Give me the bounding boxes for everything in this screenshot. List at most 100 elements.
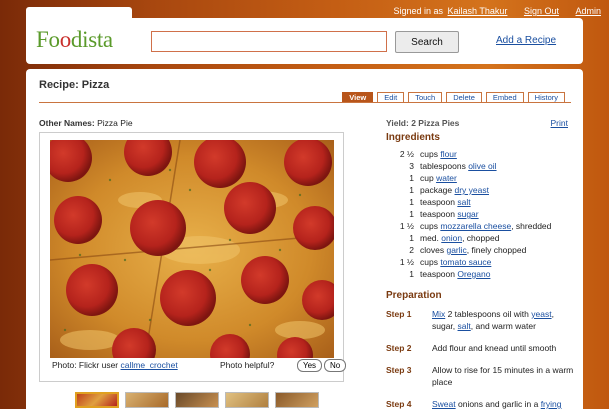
ingredient-link[interactable]: onion: [441, 233, 462, 243]
thumbnail[interactable]: [175, 392, 219, 408]
photo-credit-user-link[interactable]: callme_crochet: [121, 360, 178, 370]
photo-frame: [39, 132, 344, 382]
ingredient-row: 1 teaspoon salt: [386, 197, 576, 209]
admin-link[interactable]: Admin: [575, 6, 601, 16]
ingredient-text: tablespoons olive oil: [420, 161, 497, 171]
preparation-heading: Preparation: [386, 290, 442, 301]
ingredient-text: package dry yeast: [420, 185, 489, 195]
step-link[interactable]: Sweat: [432, 399, 456, 409]
ingredient-quantity: 1: [409, 197, 414, 207]
ingredient-quantity: 1: [409, 233, 414, 243]
ingredient-link[interactable]: olive oil: [468, 161, 496, 171]
ingredient-quantity: 2 ½: [399, 149, 414, 159]
tab-embed[interactable]: Embed: [485, 92, 524, 102]
add-recipe-link[interactable]: Add a Recipe: [496, 35, 556, 46]
ingredient-link[interactable]: salt: [457, 197, 470, 207]
ingredient-quantity: 1: [409, 269, 414, 279]
page-title: Recipe: Pizza: [39, 79, 110, 91]
ingredient-quantity: 3: [409, 161, 414, 171]
step-text: Sweat onions and garlic in a frying: [432, 399, 562, 409]
ingredient-row: 3 tablespoons olive oil: [386, 161, 576, 173]
ingredient-row: 2 ½ cups flour: [386, 149, 576, 161]
title-divider: [39, 102, 571, 103]
recipe-panel: Recipe: Pizza View Edit Touch Delete Emb…: [26, 69, 583, 409]
site-header: Foodista Search Add a Recipe: [26, 18, 583, 64]
other-names: Other Names: Pizza Pie: [39, 118, 133, 128]
pizza-photo[interactable]: [50, 140, 334, 358]
ingredient-text: teaspoon salt: [420, 197, 471, 207]
ingredient-text: teaspoon Oregano: [420, 269, 491, 279]
tab-edit[interactable]: Edit: [377, 92, 405, 102]
ingredient-quantity: 1 ½: [399, 257, 414, 267]
sign-out-link[interactable]: Sign Out: [524, 6, 559, 16]
tab-delete[interactable]: Delete: [446, 92, 482, 102]
ingredient-text: med. onion, chopped: [420, 233, 500, 243]
ingredient-link[interactable]: water: [436, 173, 457, 183]
ingredient-row: 1 med. onion, chopped: [386, 233, 576, 245]
ingredient-row: 1 package dry yeast: [386, 185, 576, 197]
ingredient-link[interactable]: dry yeast: [455, 185, 490, 195]
photo-helpful-label: Photo helpful?: [220, 360, 275, 370]
recipe-tabs: View Edit Touch Delete Embed History: [338, 92, 565, 102]
ingredient-text: cups flour: [420, 149, 457, 159]
print-link[interactable]: Print: [551, 118, 568, 128]
step-text: Add flour and knead until smooth: [432, 343, 557, 353]
step-label: Step 3: [386, 365, 412, 375]
thumbnail[interactable]: [75, 392, 119, 408]
thumbnail[interactable]: [275, 392, 319, 408]
step-link[interactable]: salt: [458, 321, 471, 331]
step-label: Step 2: [386, 343, 412, 353]
ingredient-link[interactable]: flour: [440, 149, 457, 159]
ingredients-heading: Ingredients: [386, 132, 440, 143]
ingredient-row: 1 teaspoon Oregano: [386, 269, 576, 281]
preparation-step: Step 4 Sweat onions and garlic in a fryin…: [386, 398, 576, 409]
ingredient-quantity: 1: [409, 173, 414, 183]
ingredient-text: cups mozzarella cheese, shredded: [420, 221, 552, 231]
ingredient-link[interactable]: sugar: [457, 209, 478, 219]
photo-credit: Photo: Flickr user callme_crochet: [52, 360, 178, 370]
thumbnail[interactable]: [225, 392, 269, 408]
search-button[interactable]: Search: [395, 31, 459, 53]
step-link[interactable]: Mix: [432, 309, 445, 319]
ingredient-link[interactable]: tomato sauce: [440, 257, 491, 267]
ingredients-list: 2 ½ cups flour 3 tablespoons olive oil 1 cup …: [386, 149, 576, 281]
step-link[interactable]: yeast: [531, 309, 551, 319]
ingredient-text: cups tomato sauce: [420, 257, 492, 267]
ingredient-quantity: 1 ½: [399, 221, 414, 231]
ingredient-link[interactable]: mozzarella cheese: [440, 221, 511, 231]
user-name-link[interactable]: Kailash Thakur: [448, 6, 508, 16]
ingredient-link[interactable]: Oregano: [457, 269, 490, 279]
ingredient-text: cup water: [420, 173, 457, 183]
ingredient-quantity: 1: [409, 185, 414, 195]
foodista-logo[interactable]: Foodista: [36, 27, 113, 53]
preparation-step: Step 3 Allow to rise for 15 minutes in a …: [386, 364, 576, 388]
step-text: Mix 2 tablespoons oil with yeast, sugar,…: [432, 309, 554, 331]
photo-helpful-yes-button[interactable]: Yes: [297, 359, 323, 372]
search-input[interactable]: [151, 31, 387, 52]
thumbnail[interactable]: [125, 392, 169, 408]
ingredient-row: 1 ½ cups tomato sauce: [386, 257, 576, 269]
ingredient-row: 1 teaspoon sugar: [386, 209, 576, 221]
step-label: Step 4: [386, 399, 412, 409]
photo-thumbnails: [75, 392, 325, 408]
preparation-step: Step 2 Add flour and knead until smooth: [386, 342, 576, 354]
user-bar: Signed in as Kailash Thakur Sign Out Adm…: [377, 6, 601, 16]
tab-touch[interactable]: Touch: [408, 92, 443, 102]
recipe-yield: Yield: 2 Pizza Pies: [386, 118, 460, 128]
ingredient-link[interactable]: garlic: [446, 245, 466, 255]
preparation-step: Step 1 Mix 2 tablespoons oil with yeast, …: [386, 308, 576, 332]
ingredient-text: teaspoon sugar: [420, 209, 479, 219]
pizza-image: [50, 140, 334, 358]
ingredient-text: cloves garlic, finely chopped: [420, 245, 527, 255]
preparation-steps: Step 1 Mix 2 tablespoons oil with yeast, …: [386, 308, 576, 409]
signed-in-label: Signed in as Kailash Thakur: [393, 6, 508, 16]
ingredient-row: 1 cup water: [386, 173, 576, 185]
tab-history[interactable]: History: [527, 92, 565, 102]
ingredient-row: 2 cloves garlic, finely chopped: [386, 245, 576, 257]
photo-helpful-no-button[interactable]: No: [324, 359, 347, 372]
step-label: Step 1: [386, 309, 412, 319]
step-text: Allow to rise for 15 minutes in a warm p…: [432, 365, 574, 387]
tab-view[interactable]: View: [342, 92, 374, 102]
ingredient-row: 1 ½ cups mozzarella cheese, shredded: [386, 221, 576, 233]
step-link[interactable]: frying: [541, 399, 562, 409]
